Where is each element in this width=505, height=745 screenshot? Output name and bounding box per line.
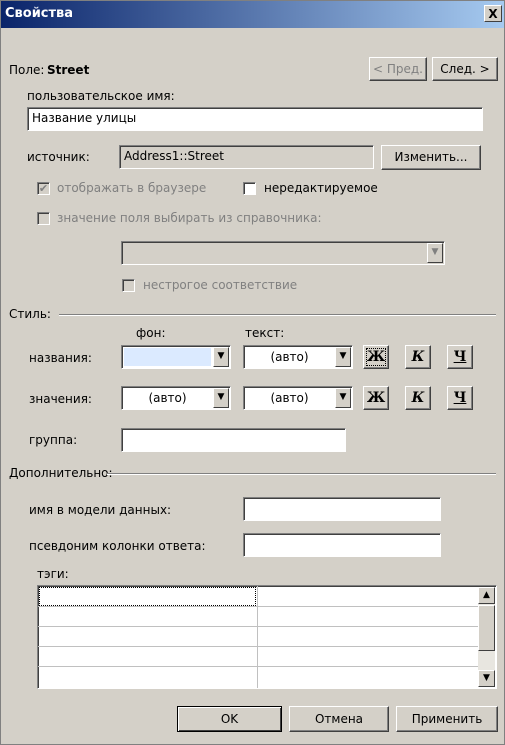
- change-source-button[interactable]: Изменить...: [381, 145, 481, 170]
- values-bg-value: (авто): [148, 391, 187, 405]
- values-label: значения:: [29, 392, 92, 406]
- additional-separator: [107, 473, 496, 475]
- values-text-select[interactable]: (авто) ▼: [243, 386, 353, 410]
- underline-icon: Ч: [453, 349, 467, 365]
- title-bar: Свойства X: [1, 1, 504, 28]
- model-name-input[interactable]: [243, 497, 441, 521]
- next-button[interactable]: След. >: [432, 57, 498, 81]
- bg-header: фон:: [136, 326, 166, 340]
- chevron-down-icon: ▼: [427, 243, 443, 263]
- alias-label: псевдоним колонки ответа:: [29, 539, 206, 553]
- values-bg-select[interactable]: (авто) ▼: [121, 386, 231, 410]
- properties-dialog: Свойства X Поле: Street < Пред. След. > …: [0, 0, 505, 745]
- names-text-select[interactable]: (авто) ▼: [243, 345, 353, 369]
- close-button[interactable]: X: [484, 5, 502, 22]
- scroll-thumb[interactable]: [478, 605, 495, 651]
- bold-icon: Ж: [366, 390, 386, 406]
- grid-active-cell[interactable]: [39, 587, 256, 606]
- from-dictionary-label: значение поля выбирать из справочника:: [57, 211, 322, 225]
- show-in-browser-checkbox[interactable]: ✔: [37, 182, 50, 195]
- apply-button[interactable]: Применить: [396, 706, 498, 732]
- dictionary-select-value: [122, 242, 427, 264]
- names-label: названия:: [29, 351, 92, 365]
- group-label: группа:: [29, 433, 78, 447]
- table-row: [38, 666, 478, 667]
- user-name-label: пользовательское имя:: [27, 89, 175, 103]
- additional-section-label: Дополнительно:: [9, 466, 113, 480]
- chevron-down-icon: ▼: [335, 388, 351, 408]
- scroll-down-icon[interactable]: ▼: [478, 670, 495, 687]
- non-strict-label: нестрогое соответствие: [143, 278, 298, 292]
- non-strict-checkbox[interactable]: [122, 279, 135, 292]
- names-italic-button[interactable]: К: [405, 345, 431, 369]
- values-text-value: (авто): [270, 391, 309, 405]
- style-separator: [59, 314, 496, 316]
- show-in-browser-label: отображать в браузере: [57, 181, 207, 195]
- field-name: Street: [47, 63, 90, 77]
- user-name-input[interactable]: Название улицы: [27, 107, 483, 131]
- tags-label: тэги:: [37, 567, 69, 581]
- close-icon: X: [488, 7, 498, 21]
- names-bold-button[interactable]: Ж: [363, 345, 389, 369]
- values-underline-button[interactable]: Ч: [447, 386, 473, 410]
- names-bg-swatch: [124, 348, 211, 366]
- table-row: [38, 606, 478, 607]
- names-bg-select[interactable]: ▼: [121, 345, 231, 369]
- window-title: Свойства: [5, 6, 74, 21]
- from-dictionary-checkbox[interactable]: [37, 212, 50, 225]
- chevron-down-icon: ▼: [335, 347, 351, 367]
- ok-button[interactable]: OK: [177, 706, 282, 732]
- text-header: текст:: [245, 326, 285, 340]
- names-underline-button[interactable]: Ч: [447, 345, 473, 369]
- italic-icon: К: [411, 349, 425, 365]
- grid-column-divider: [257, 586, 258, 688]
- readonly-checkbox[interactable]: [243, 182, 256, 195]
- tags-scrollbar[interactable]: ▲ ▼: [478, 587, 495, 687]
- source-field: Address1::Street: [119, 145, 374, 169]
- alias-input[interactable]: [243, 533, 441, 557]
- cancel-button[interactable]: Отмена: [289, 706, 389, 732]
- italic-icon: К: [411, 390, 425, 406]
- source-label: источник:: [27, 150, 90, 164]
- group-input[interactable]: [121, 428, 346, 452]
- table-row: [38, 626, 478, 627]
- dictionary-select[interactable]: ▼: [121, 241, 445, 265]
- chevron-down-icon: ▼: [213, 347, 229, 367]
- underline-icon: Ч: [453, 390, 467, 406]
- values-italic-button[interactable]: К: [405, 386, 431, 410]
- readonly-label: нередактируемое: [264, 181, 378, 195]
- model-name-label: имя в модели данных:: [29, 503, 172, 517]
- prev-button[interactable]: < Пред.: [369, 57, 427, 81]
- chevron-down-icon: ▼: [213, 388, 229, 408]
- names-text-value: (авто): [270, 350, 309, 364]
- table-row: [38, 646, 478, 647]
- values-bold-button[interactable]: Ж: [363, 386, 389, 410]
- field-label: Поле:: [9, 63, 45, 77]
- scroll-up-icon[interactable]: ▲: [478, 587, 495, 604]
- tags-grid[interactable]: ▲ ▼: [37, 585, 497, 689]
- style-section-label: Стиль:: [9, 307, 51, 321]
- bold-icon: Ж: [366, 349, 386, 365]
- check-icon: ✔: [38, 182, 49, 195]
